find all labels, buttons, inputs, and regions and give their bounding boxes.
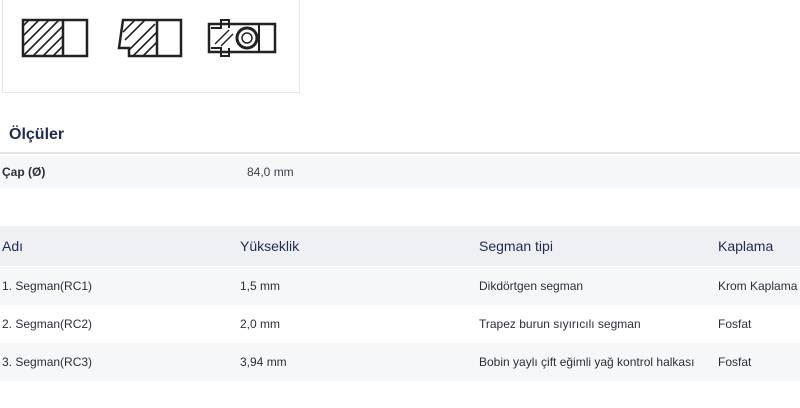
cell-name: 2. Segman(RC2): [2, 317, 93, 331]
cell-ring-type: Trapez burun sıyırıcılı segman: [479, 317, 641, 331]
ring-oil-control-coil-icon: [207, 19, 277, 57]
column-header-height: Yükseklik: [240, 238, 300, 254]
cell-coating: Fosfat: [718, 317, 752, 331]
column-header-coating: Kaplama: [718, 238, 774, 254]
cell-height: 2,0 mm: [240, 317, 281, 331]
dimension-row-diameter: Çap (Ø) 84,0 mm: [0, 156, 800, 188]
cell-ring-type: Bobin yaylı çift eğimli yağ kontrol halk…: [479, 355, 695, 369]
ring-rectangular-icon: [21, 18, 89, 58]
cell-height: 3,94 mm: [240, 355, 287, 369]
dimension-value: 84,0 mm: [247, 165, 294, 179]
ring-taper-scraper-icon: [117, 18, 183, 58]
column-header-name: Adı: [2, 238, 24, 254]
ring-profile-image-panel: [2, 0, 300, 93]
section-divider: [0, 152, 800, 154]
dimensions-title: Ölçüler: [9, 126, 65, 143]
cell-coating: Krom Kaplama: [718, 279, 798, 293]
table-row: 1. Segman(RC1) 1,5 mm Dikdörtgen segman …: [0, 267, 800, 305]
cell-height: 1,5 mm: [240, 279, 281, 293]
cell-name: 3. Segman(RC3): [2, 355, 93, 369]
table-row: 2. Segman(RC2) 2,0 mm Trapez burun sıyır…: [0, 305, 800, 343]
cell-ring-type: Dikdörtgen segman: [479, 279, 584, 293]
rings-table-header: Adı Yükseklik Segman tipi Kaplama: [0, 226, 800, 266]
dimension-label: Çap (Ø): [2, 165, 46, 179]
cell-name: 1. Segman(RC1): [2, 279, 93, 293]
cell-coating: Fosfat: [718, 355, 752, 369]
table-row: 3. Segman(RC3) 3,94 mm Bobin yaylı çift …: [0, 343, 800, 381]
column-header-ring-type: Segman tipi: [479, 238, 553, 254]
